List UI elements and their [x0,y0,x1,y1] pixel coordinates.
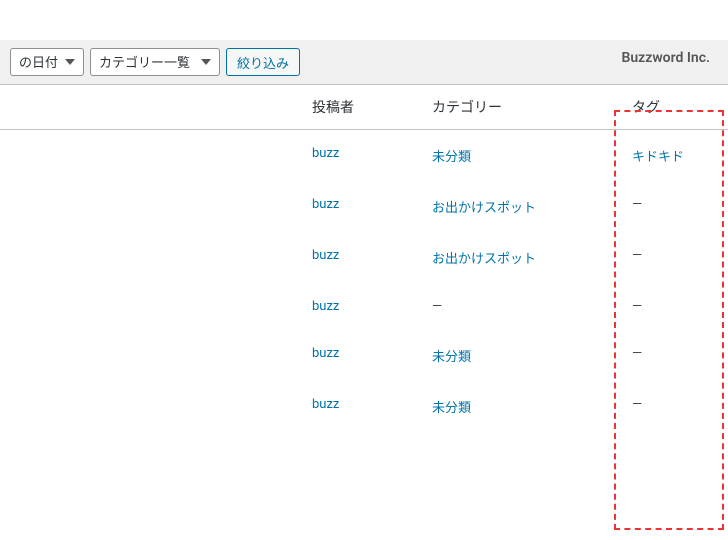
cell-author: buzz [302,232,422,283]
filter-bar: の日付 カテゴリー一覧 絞り込み [0,40,728,85]
cell-tag: — [622,181,728,232]
author-link[interactable]: buzz [312,397,339,412]
cell-author: buzz [302,330,422,381]
table-row: buzz お出かけスポット — [0,232,728,283]
table-row: buzz — — [0,283,728,330]
cell-category: 未分類 [422,381,622,432]
cell-category: 未分類 [422,330,622,381]
cell-blank [0,283,302,330]
tag-text: — [632,397,642,412]
column-header-tag[interactable]: タグ [622,85,728,130]
cell-blank [0,232,302,283]
cell-tag: — [622,283,728,330]
column-header-author[interactable]: 投稿者 [302,85,422,130]
filter-submit-button[interactable]: 絞り込み [226,48,300,76]
author-link[interactable]: buzz [312,346,339,361]
tag-text: — [632,248,642,263]
category-link[interactable]: お出かけスポット [432,252,536,267]
tag-text: — [632,197,642,212]
posts-table: 投稿者 カテゴリー タグ buzz未分類キドキドbuzzお出かけスポット—buz… [0,85,728,432]
author-link[interactable]: buzz [312,299,339,314]
table-row: buzz 未分類 キドキド [0,130,728,182]
cell-tag: — [622,232,728,283]
table-row: buzz 未分類 — [0,381,728,432]
column-header-category[interactable]: カテゴリー [422,85,622,130]
category-link[interactable]: 未分類 [432,350,471,365]
cell-tag: — [622,381,728,432]
table-row: buzz お出かけスポット — [0,181,728,232]
tag-text: — [632,346,642,361]
cell-category: お出かけスポット [422,181,622,232]
cell-category: お出かけスポット [422,232,622,283]
column-header-blank [0,85,302,130]
cell-blank [0,330,302,381]
cell-category: 未分類 [422,130,622,182]
author-link[interactable]: buzz [312,197,339,212]
cell-blank [0,181,302,232]
cell-blank [0,381,302,432]
category-link[interactable]: 未分類 [432,150,471,165]
cell-tag: — [622,330,728,381]
cell-author: buzz [302,130,422,182]
author-link[interactable]: buzz [312,146,339,161]
cell-blank [0,130,302,182]
category-filter-select[interactable]: カテゴリー一覧 [90,48,220,76]
cell-author: buzz [302,283,422,330]
cell-author: buzz [302,381,422,432]
date-filter-select[interactable]: の日付 [10,48,84,76]
cell-tag: キドキド [622,130,728,182]
brand-label: Buzzword Inc. [621,50,710,66]
cell-category: — [422,283,622,330]
cell-author: buzz [302,181,422,232]
author-link[interactable]: buzz [312,248,339,263]
category-link[interactable]: 未分類 [432,401,471,416]
tag-text: — [632,299,642,314]
category-text: — [432,299,442,314]
tag-link[interactable]: キドキド [632,150,684,165]
table-row: buzz 未分類 — [0,330,728,381]
category-link[interactable]: お出かけスポット [432,201,536,216]
